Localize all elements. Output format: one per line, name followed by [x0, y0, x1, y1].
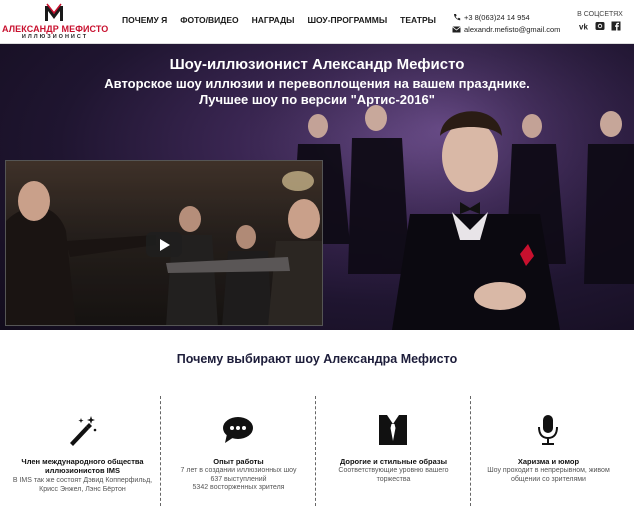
- tuxedo-tie-icon: [379, 415, 407, 445]
- feature-title: Харизма и юмор: [517, 457, 580, 466]
- phone-link[interactable]: +3 8(063)24 14 954: [464, 13, 530, 22]
- hero-subtitle: Авторское шоу иллюзии и перевоплощения н…: [104, 76, 530, 91]
- nav-item-photo-video[interactable]: ФОТО/ВИДЕО: [180, 15, 238, 29]
- feature-item: Харизма и юмор Шоу проходит в непрерывно…: [470, 396, 625, 506]
- video-play-button[interactable]: [146, 232, 182, 257]
- social-icons: vk: [574, 21, 626, 31]
- feature-text: В IMS так же состоят Дэвид Копперфильд,: [12, 477, 153, 484]
- contacts: +3 8(063)24 14 954 alexandr.mefisto@gmai…: [452, 11, 560, 35]
- phone-row: +3 8(063)24 14 954: [452, 11, 560, 23]
- feature-text: Соответствующие уровню вашего: [338, 467, 449, 474]
- feature-text: общении со зрителями: [511, 475, 586, 483]
- email-row: alexandr.mefisto@gmail.com: [452, 23, 560, 35]
- feature-title: Член международного общества иллюзионист…: [21, 457, 144, 475]
- magic-wand-icon: [70, 416, 97, 446]
- feature-text: 5342 восторженных зрителя: [192, 484, 285, 491]
- feature-title: Опыт работы: [213, 457, 264, 466]
- phone-icon: [452, 13, 461, 21]
- feature-title: Дорогие и стильные образы: [339, 457, 448, 466]
- speech-bubble-icon: [223, 417, 253, 443]
- logo-subtitle: ИЛЛЮЗИОНИСТ: [21, 34, 89, 40]
- section-title: Почему выбирают шоу Александра Мефисто: [176, 352, 458, 366]
- vk-icon[interactable]: vk: [579, 21, 589, 32]
- site-header: АЛЕКСАНДР МЕФИСТО ИЛЛЮЗИОНИСТ ПОЧЕМУ Я Ф…: [0, 0, 634, 44]
- logo-name: АЛЕКСАНДР МЕФИСТО: [2, 24, 109, 34]
- feature-text: Крисс Энжел, Лэнс Бёртон: [39, 485, 126, 493]
- nav-item-show-programs[interactable]: ШОУ-ПРОГРАММЫ: [307, 15, 387, 29]
- feature-text: Шоу проходит в непрерывном, живом: [487, 467, 610, 474]
- video-player[interactable]: [5, 160, 323, 326]
- nav-item-why-me[interactable]: ПОЧЕМУ Я: [122, 15, 167, 29]
- feature-item: Дорогие и стильные образы Соответствующи…: [315, 396, 470, 506]
- hero-banner: Шоу-иллюзионист Александр Мефисто Авторс…: [0, 44, 634, 330]
- microphone-icon: [538, 415, 558, 445]
- hero-title: Шоу-иллюзионист Александр Мефисто: [169, 56, 465, 73]
- facebook-icon[interactable]: [611, 21, 621, 31]
- feature-text: 637 выступлений: [210, 475, 267, 483]
- social-block: В СОЦСЕТЯХ vk: [574, 11, 626, 31]
- logo[interactable]: АЛЕКСАНДР МЕФИСТО ИЛЛЮЗИОНИСТ: [2, 3, 108, 41]
- feature-item: Опыт работы 7 лет в создании иллюзионных…: [160, 396, 315, 506]
- logo-mark-icon: [45, 3, 63, 21]
- email-link[interactable]: alexandr.mefisto@gmail.com: [464, 25, 560, 34]
- social-label: В СОЦСЕТЯХ: [577, 11, 623, 18]
- instagram-icon[interactable]: [595, 21, 605, 31]
- feature-item: Член международного общества иллюзионист…: [5, 396, 160, 506]
- svg-text:vk: vk: [579, 23, 588, 32]
- nav-item-awards[interactable]: НАГРАДЫ: [252, 15, 295, 29]
- mail-icon: [452, 25, 461, 33]
- feature-text: 7 лет в создании иллюзионных шоу: [180, 467, 297, 474]
- nav-item-theaters[interactable]: ТЕАТРЫ: [400, 15, 436, 29]
- features-row: Член международного общества иллюзионист…: [5, 396, 629, 506]
- feature-text: торжества: [376, 475, 411, 483]
- main-nav: ПОЧЕМУ Я ФОТО/ВИДЕО НАГРАДЫ ШОУ-ПРОГРАММ…: [122, 15, 449, 29]
- hero-award-line: Лучшее шоу по версии "Артис-2016": [199, 92, 435, 107]
